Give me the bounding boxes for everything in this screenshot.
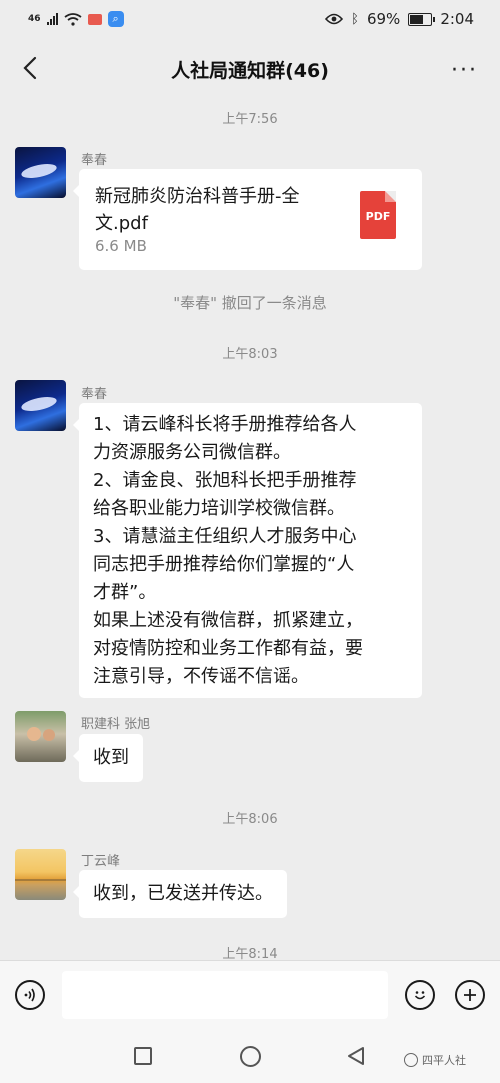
battery-icon — [408, 12, 436, 26]
watermark-text: 四平人社 — [422, 1054, 466, 1067]
sender-name: 奉春 — [81, 387, 108, 402]
timestamp: 上午8:06 — [222, 812, 278, 827]
message-line: 1、请云峰科长将手册推荐给各人 — [93, 414, 357, 435]
wechat-channel-icon — [404, 1053, 418, 1067]
notification-icon — [87, 13, 102, 25]
text-message[interactable]: 收到 — [73, 734, 143, 782]
message-line: 给各职业能力培训学校微信群。 — [93, 498, 345, 519]
recall-notice: "奉春" 撤回了一条消息 — [173, 294, 327, 312]
message-line: 3、请慧溢主任组织人才服务中心 — [93, 526, 357, 547]
plus-icon — [464, 989, 476, 1001]
sender-name: 丁云峰 — [81, 854, 121, 869]
pdf-file-icon: PDF — [360, 191, 396, 239]
wifi-icon — [63, 12, 82, 26]
battery-percent: 69% — [366, 10, 401, 28]
back-arrow-icon[interactable] — [18, 54, 46, 82]
file-size: 6.6 MB — [95, 237, 147, 255]
avatar-fengchun[interactable] — [15, 147, 66, 198]
nav-back-icon[interactable] — [346, 1046, 366, 1066]
avatar-fengchun[interactable] — [15, 380, 66, 431]
message-line: 注意引导，不传谣不信谣。 — [93, 666, 309, 687]
status-left: 46 ⌕ — [28, 11, 124, 27]
avatar-dingyunfeng[interactable] — [15, 849, 66, 900]
text-message[interactable]: 收到，已发送并传达。 — [73, 870, 287, 918]
message-line: 才群”。 — [93, 582, 157, 603]
timestamp: 上午8:03 — [222, 347, 278, 362]
search-app-icon: ⌕ — [107, 11, 124, 27]
message-line: 2、请金良、张旭科长把手册推荐 — [93, 470, 357, 491]
text-message[interactable]: 1、请云峰科长将手册推荐给各人 力资源服务公司微信群。 2、请金良、张旭科长把手册推… — [73, 403, 422, 698]
battery-fill — [410, 14, 423, 24]
chat-header: 人社局通知群(46) ··· — [0, 38, 500, 100]
file-message[interactable]: 新冠肺炎防治科普手册-全文.pdf 6.6 MB PDF — [73, 169, 422, 270]
recent-apps-icon[interactable] — [134, 1047, 152, 1065]
bluetooth-icon: ᛒ — [351, 11, 359, 27]
pdf-icon-label: PDF — [365, 210, 391, 223]
eye-icon — [325, 13, 344, 25]
signal-icon — [46, 13, 58, 25]
watermark: 四平人社 — [404, 1052, 466, 1068]
avatar-zhangxu[interactable] — [15, 711, 66, 762]
network-type: 46 — [28, 14, 41, 24]
more-functions-button[interactable] — [455, 980, 485, 1010]
sender-name: 奉春 — [81, 153, 108, 168]
chat-title: 人社局通知群(46) — [171, 59, 329, 82]
input-bar — [0, 960, 500, 1030]
message-line: 力资源服务公司微信群。 — [93, 442, 291, 463]
sender-name: 职建科 张旭 — [81, 717, 151, 732]
voice-icon — [24, 988, 35, 1002]
message-line: 同志把手册推荐给你们掌握的“人 — [93, 554, 355, 575]
file-name: 新冠肺炎防治科普手册-全文.pdf — [95, 186, 300, 234]
clock: 2:04 — [440, 10, 474, 28]
message-body: 1、请云峰科长将手册推荐给各人 力资源服务公司微信群。 2、请金良、张旭科长把手册推… — [93, 411, 408, 691]
home-icon[interactable] — [240, 1046, 261, 1067]
more-options-icon[interactable]: ··· — [451, 58, 478, 83]
message-line: 对疫情防控和业务工作都有益，要 — [93, 638, 363, 659]
status-right: ᛒ 69% 2:04 — [325, 10, 474, 28]
message-line: 如果上述没有微信群，抓紧建立， — [93, 610, 363, 631]
timestamp: 上午7:56 — [222, 112, 278, 127]
emoji-button[interactable] — [405, 980, 435, 1010]
message-input[interactable] — [62, 971, 388, 1019]
smiley-icon — [414, 991, 426, 1000]
voice-input-button[interactable] — [15, 980, 45, 1010]
status-bar: 46 ⌕ ᛒ 69% 2:04 — [0, 0, 500, 38]
